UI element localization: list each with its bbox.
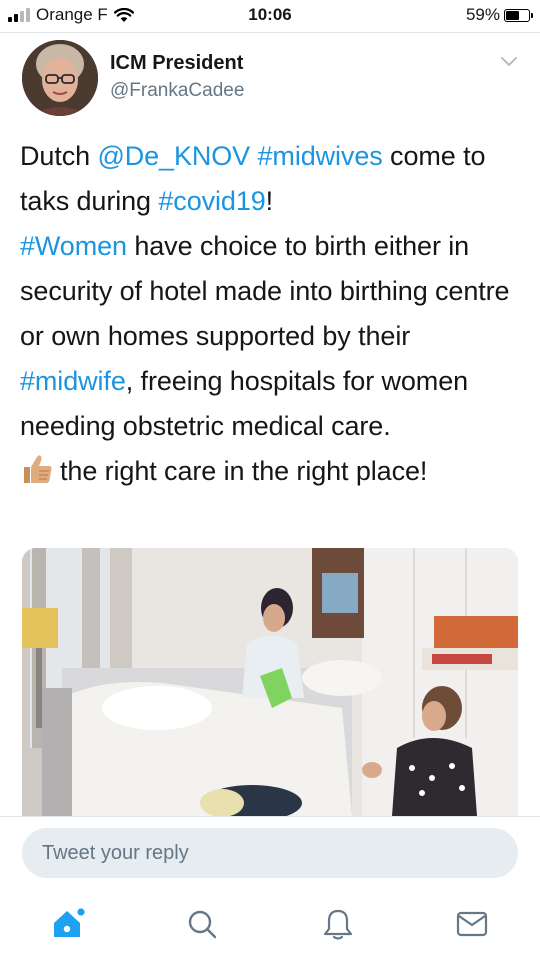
mention-link[interactable]: @De_KNOV (97, 141, 250, 171)
tweet-text-segment (250, 141, 257, 171)
chevron-down-icon[interactable] (500, 56, 518, 68)
hashtag-link[interactable]: #Women (20, 231, 127, 261)
search-icon[interactable] (184, 906, 220, 942)
messages-icon[interactable] (454, 906, 490, 942)
photo-image (22, 548, 518, 816)
home-icon[interactable] (50, 906, 86, 942)
thumbs-up-icon (24, 455, 52, 483)
battery-fill (506, 10, 519, 20)
tweet-text-segment: Dutch (20, 141, 98, 171)
avatar[interactable] (22, 40, 98, 116)
hashtag-link[interactable]: #covid19 (158, 186, 265, 216)
status-right: 59% (465, 5, 533, 25)
tab-bar (0, 892, 540, 960)
hashtag-link[interactable]: #midwife (20, 366, 126, 396)
divider (0, 32, 540, 33)
reply-placeholder: Tweet your reply (42, 842, 189, 864)
author-name[interactable]: ICM President (110, 52, 243, 75)
notifications-icon[interactable] (320, 906, 356, 942)
avatar-image (22, 40, 98, 116)
tweet-text: Dutch @De_KNOV #midwives come to taks du… (20, 134, 525, 494)
tweet-text-segment: the right care in the right place! (60, 456, 428, 486)
battery-icon (504, 8, 533, 22)
author-handle[interactable]: @FrankaCadee (110, 80, 244, 102)
divider (0, 816, 540, 817)
status-bar: Orange F 10:06 59% (0, 0, 540, 32)
reply-input[interactable]: Tweet your reply (22, 828, 518, 878)
tweet-photo[interactable] (22, 548, 518, 816)
clock: 10:06 (248, 5, 292, 24)
tweet-text-segment: ! (265, 186, 274, 216)
hashtag-link[interactable]: #midwives (258, 141, 383, 171)
battery-percent: 59% (465, 5, 500, 24)
